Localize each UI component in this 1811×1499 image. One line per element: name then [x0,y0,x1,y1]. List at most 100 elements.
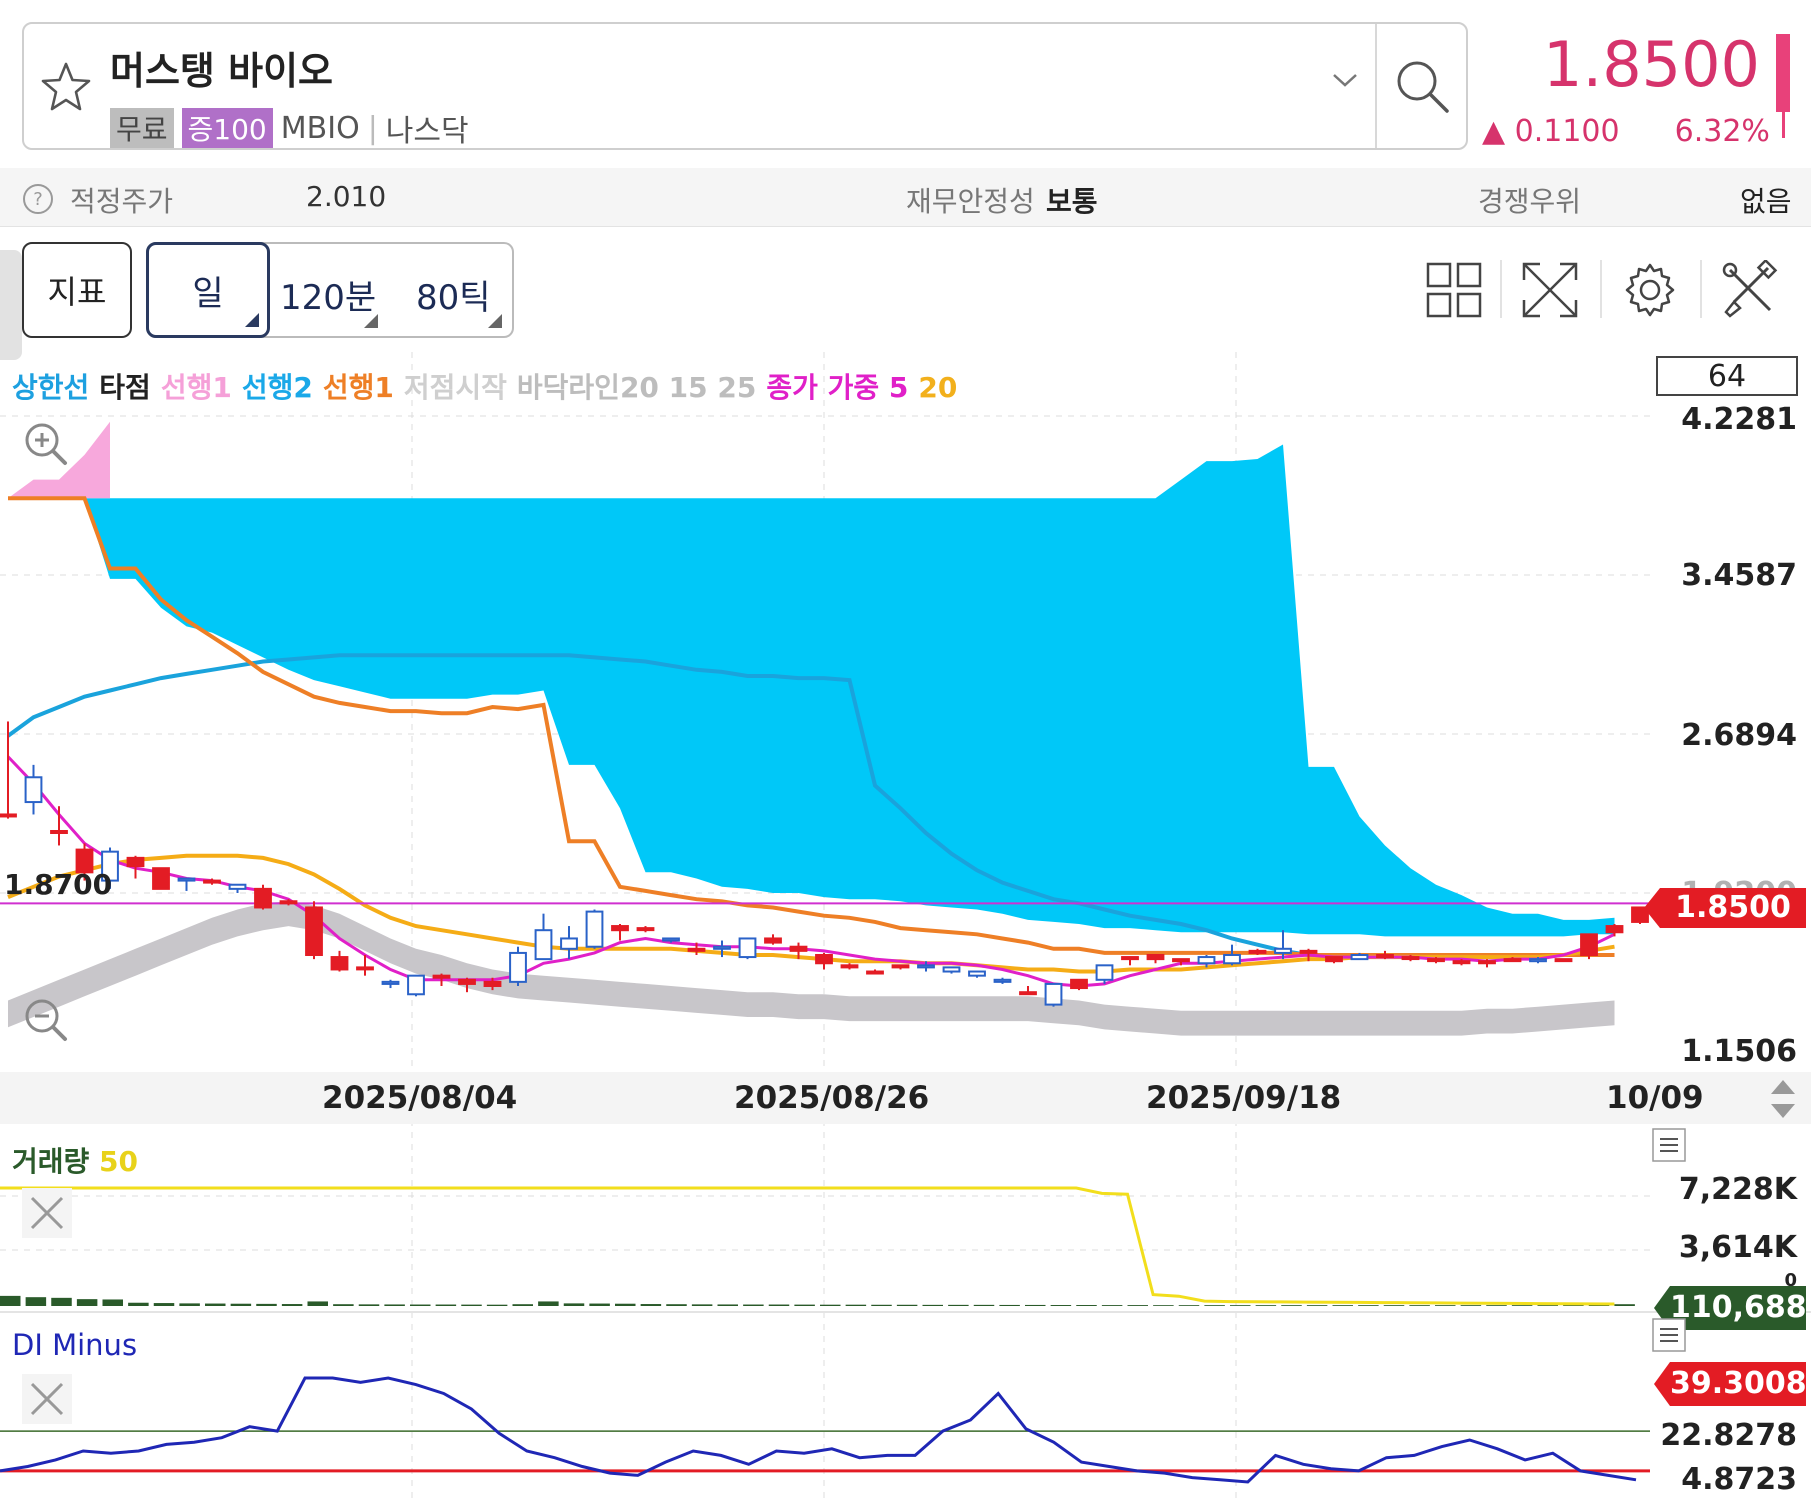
volume-bar [1358,1305,1379,1306]
svg-text:?: ? [33,189,43,210]
up-arrow-icon: ▲ [1482,114,1506,149]
candle-body [968,970,986,977]
menu-icon[interactable] [1652,1318,1686,1352]
stock-tags: 무료 증100 MBIO | 나스닥 [110,106,469,150]
candle-body [254,887,272,909]
volume-bar [1204,1305,1225,1306]
stability-label: 재무안정성 [906,185,1035,218]
y-tick-label: 3.4587 [1681,558,1797,593]
candle-body [1605,925,1624,934]
volume-bar [128,1302,149,1306]
x-tick-label: 2025/09/18 [1146,1080,1342,1116]
di-tag-pointer [1654,1362,1670,1406]
competitive-label: 경쟁우위 [1478,185,1582,218]
candle-body [1223,953,1241,965]
volume-bar [461,1304,482,1306]
competitive-value: 없음 [1740,185,1792,218]
candle-body [305,906,323,956]
candle-body [1121,956,1139,961]
candle-body [738,937,757,959]
volume-bar [102,1299,123,1306]
volume-bar [563,1303,585,1306]
candle-body [50,829,68,834]
fair-price-label: 적정주가 [70,185,174,218]
side-panel-handle[interactable] [0,250,22,360]
candle-body [560,937,578,950]
close-icon[interactable] [22,1374,72,1424]
candle-body [891,964,910,969]
legend-lead1-orange: 선행1 [322,371,394,404]
candle-body [687,947,706,952]
gear-icon[interactable] [1620,260,1680,320]
corner-marker [364,314,378,328]
zoom-out-icon[interactable] [22,996,68,1042]
candle-body [1350,953,1369,961]
menu-icon[interactable] [1652,1128,1686,1162]
change-abs: 0.1100 [1514,114,1620,149]
grid-layout-icon[interactable] [1424,260,1484,320]
volume-bar [1537,1305,1558,1306]
candle-body [1503,958,1522,963]
search-icon[interactable] [1392,56,1452,116]
fullscreen-icon[interactable] [1520,260,1580,320]
volume-bar [922,1304,943,1306]
volume-bar [820,1304,841,1306]
candle-body [1146,953,1165,961]
candle-count-box[interactable]: 64 [1656,356,1798,396]
y-tick-label: 2.6894 [1681,718,1797,753]
volume-panel-title: 거래량 50 [12,1145,138,1178]
margin-tag: 증100 [181,108,273,148]
volume-bar [1486,1305,1507,1306]
price-candle-wick [1782,108,1785,138]
di-panel-title: DI Minus [12,1328,138,1362]
toolbar-divider [1700,260,1702,318]
volume-y-tick: 7,228K [1678,1172,1797,1207]
ticker-label: MBIO [280,110,360,146]
price-candle-body [1776,34,1790,112]
legend-upper-limit: 상한선 [12,371,90,404]
tools-icon[interactable] [1720,260,1780,320]
volume-bar [1050,1305,1072,1306]
toolbar-divider [1600,260,1602,318]
candle-body [713,945,731,950]
candle-body [1529,958,1547,963]
volume-current-tag: 110,688 [1670,1286,1807,1330]
price-change: ▲ 0.1100 6.32% [1482,114,1770,149]
divider: | [367,110,378,146]
chevron-down-icon[interactable] [1330,70,1360,90]
change-pct: 6.32% [1674,114,1770,149]
volume-bar [384,1304,405,1306]
volume-bar [1255,1305,1277,1306]
candle-body [177,877,196,882]
candle-body [381,980,400,985]
price-chart[interactable] [0,350,1811,1499]
volume-bar [486,1304,508,1306]
indicator-button[interactable]: 지표 [22,242,132,338]
legend-lead2: 선행2 [241,371,313,404]
zoom-in-icon[interactable] [22,420,68,466]
period-day-button[interactable]: 일 [146,242,270,338]
volume-bar [230,1303,252,1306]
volume-bar [1101,1305,1123,1306]
period-80tick-button[interactable]: 80틱 [416,270,491,319]
volume-bar [333,1304,354,1306]
candle-body [942,966,961,973]
volume-bar [1153,1305,1174,1306]
axis-scroll-icon[interactable] [1768,1078,1798,1120]
period-120min-button[interactable]: 120분 [280,270,376,319]
x-tick-label: 2025/08/26 [734,1080,930,1116]
volume-bar [1383,1305,1405,1306]
market-label: 나스닥 [385,114,469,149]
volume-bar [307,1301,328,1306]
free-tag: 무료 [110,108,174,148]
volume-bar [51,1297,72,1306]
volume-bar [205,1303,226,1306]
close-icon[interactable] [22,1188,72,1238]
candle-body [330,956,349,971]
help-icon[interactable]: ? [22,183,54,215]
volume-bar [1076,1305,1097,1306]
star-icon[interactable] [38,60,94,116]
di-y-tick: 22.8278 [1660,1418,1797,1453]
y-tick-label: 1.1506 [1681,1034,1797,1069]
volume-bar [1127,1305,1148,1306]
